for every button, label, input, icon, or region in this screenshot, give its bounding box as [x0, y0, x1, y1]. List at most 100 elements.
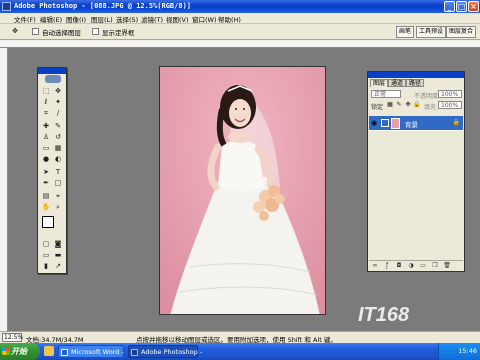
status-bar: 12.5% 文档:34.7M/34.7M 点按并拖移以移动图层或选区。要用附加选… [0, 331, 480, 344]
restore-button[interactable]: □ [456, 1, 467, 12]
move-tool-icon[interactable]: ✥ [53, 87, 63, 96]
layer-link-slot[interactable] [381, 119, 389, 127]
tab-brushes[interactable]: 画笔 [396, 26, 415, 38]
shape-tool-icon[interactable]: □ [53, 179, 63, 188]
lock-label: 锁定 [371, 104, 384, 111]
gradient-tool-icon[interactable]: ▦ [53, 144, 63, 153]
windows-flag-icon [2, 347, 10, 355]
eye-icon[interactable]: ◉ [371, 119, 379, 127]
menu-image[interactable]: 图像(I) [66, 14, 86, 24]
photoshop-logo-icon [2, 2, 11, 11]
auto-select-layer-checkbox[interactable] [32, 28, 39, 35]
show-bounds-checkbox[interactable] [92, 28, 99, 35]
delete-layer-icon[interactable]: 🗑 [443, 262, 451, 269]
menu-select[interactable]: 选择(S) [116, 14, 138, 24]
brush-tool-icon[interactable]: ✎ [53, 122, 63, 131]
blend-mode-select[interactable]: 正常 [371, 90, 401, 98]
feather-logo-icon [45, 75, 61, 83]
taskbar: 开始 Microsoft Word - Adobe Photoshop - 15… [0, 343, 480, 360]
menu-layer[interactable]: 图层(L) [91, 14, 113, 24]
new-layer-icon[interactable]: ❐ [431, 262, 439, 269]
menu-edit[interactable]: 编辑(E) [40, 14, 62, 24]
minimize-button[interactable]: _ [444, 1, 455, 12]
layer-style-icon[interactable]: ƒ [383, 262, 391, 269]
slice-tool-icon[interactable]: ∕ [53, 109, 63, 118]
history-brush-tool-icon[interactable]: ↺ [53, 133, 63, 142]
dodge-tool-icon[interactable]: ◐ [53, 155, 63, 164]
pen-tool-icon[interactable]: ✒ [41, 179, 51, 188]
opacity-field[interactable]: 100% [438, 90, 462, 98]
menu-view[interactable]: 视图(V) [166, 14, 189, 24]
quicklaunch-icon[interactable] [44, 346, 54, 356]
lock-icon: 🔒 [452, 119, 460, 126]
crop-tool-icon[interactable]: ⌗ [41, 109, 51, 118]
magic-wand-tool-icon[interactable]: ✦ [53, 98, 63, 107]
document-canvas[interactable] [159, 66, 326, 315]
ruler-top [0, 40, 480, 48]
path-selection-tool-icon[interactable]: ➤ [41, 168, 51, 177]
menu-window[interactable]: 窗口(W) [192, 14, 217, 24]
marquee-tool-icon[interactable]: ⬚ [41, 87, 51, 96]
layers-panel-header[interactable] [368, 72, 464, 78]
zoom-field[interactable]: 12.5% [2, 333, 23, 342]
toolbox-header[interactable] [38, 68, 66, 74]
word-icon [61, 349, 68, 356]
photoshop-task-icon [131, 349, 138, 356]
type-tool-icon[interactable]: T [53, 168, 63, 177]
move-tool-icon[interactable]: ✥ [10, 27, 20, 36]
task-photoshop[interactable]: Adobe Photoshop - [128, 345, 202, 358]
jump-to-imageready-icon[interactable]: ↗ [53, 262, 63, 271]
ruler-left [0, 48, 8, 331]
hand-tool-icon[interactable]: ✋ [41, 203, 51, 212]
tab-layers[interactable]: 图层 [370, 79, 389, 87]
tab-paths[interactable]: 路径 [406, 79, 425, 87]
layer-thumbnail [391, 118, 400, 129]
opacity-label: 不透明度 [414, 93, 439, 100]
toolbox: ⬚ ✥ ℓ ✦ ⌗ ∕ ✚ ✎ ♙ ↺ ▭ ▦ ● ◐ ➤ T ✒ □ ▤ ⌖ … [37, 67, 67, 274]
layers-panel: 图层 通道 路径 正常 不透明度 100% 锁定 ▦ ✎ ✥ 🔒 填充 100%… [367, 71, 465, 272]
new-fill-layer-icon[interactable]: ◑ [407, 262, 415, 269]
task-photoshop-label: Adobe Photoshop - [141, 348, 203, 356]
healing-brush-tool-icon[interactable]: ✚ [41, 122, 51, 131]
standard-mode-icon[interactable]: ▢ [41, 240, 51, 249]
start-label: 开始 [11, 347, 27, 356]
window-title: Adobe Photoshop - [088.JPG @ 12.5%(RGB/8… [14, 2, 192, 10]
options-bar: ✥ 自动选择图层 显示定界框 画笔 工具预设 图层复合 [0, 24, 480, 40]
title-bar: Adobe Photoshop - [088.JPG @ 12.5%(RGB/8… [0, 0, 480, 13]
zoom-tool-icon[interactable]: ⌕ [53, 203, 63, 212]
lock-all-icon[interactable]: 🔒 [412, 100, 422, 109]
quick-mask-mode-icon[interactable]: ◙ [53, 240, 63, 249]
screen-mode-menu-icon[interactable]: ▮ [41, 262, 51, 271]
screen-mode-standard-icon[interactable]: ▭ [41, 251, 51, 260]
eraser-tool-icon[interactable]: ▭ [41, 144, 51, 153]
watermark-text: IT168 [358, 304, 410, 326]
blur-tool-icon[interactable]: ● [41, 155, 51, 164]
start-button[interactable]: 开始 [0, 343, 40, 360]
tab-channels[interactable]: 通道 [388, 79, 407, 87]
layer-mask-icon[interactable]: ◘ [395, 262, 403, 269]
menu-bar: 文件(F) 编辑(E) 图像(I) 图层(L) 选择(S) 滤镜(T) 视图(V… [0, 13, 480, 24]
close-button[interactable]: × [468, 1, 479, 12]
tab-tool-presets[interactable]: 工具预设 [416, 26, 447, 38]
notes-tool-icon[interactable]: ▤ [41, 192, 51, 201]
foreground-color-swatch[interactable] [42, 216, 54, 228]
auto-select-layer-label: 自动选择图层 [42, 29, 81, 37]
eyedropper-tool-icon[interactable]: ⌖ [53, 192, 63, 201]
fill-field[interactable]: 100% [438, 101, 462, 109]
wedding-photo [160, 67, 325, 314]
layers-panel-footer: ∞ ƒ ◘ ◑ ▭ ❐ 🗑 [369, 260, 463, 270]
clock[interactable]: 15:46 [458, 347, 477, 355]
layer-row-background[interactable]: ◉ 背景 🔒 [369, 116, 463, 131]
menu-filter[interactable]: 滤镜(T) [141, 14, 163, 24]
task-word[interactable]: Microsoft Word - [58, 345, 124, 358]
link-layers-icon[interactable]: ∞ [371, 262, 379, 269]
menu-help[interactable]: 帮助(H) [218, 14, 241, 24]
screen-mode-full-icon[interactable]: ▬ [53, 251, 63, 260]
tab-layer-comps[interactable]: 图层复合 [446, 26, 477, 38]
menu-file[interactable]: 文件(F) [14, 14, 36, 24]
new-group-icon[interactable]: ▭ [419, 262, 427, 269]
layer-name: 背景 [405, 121, 418, 129]
task-word-label: Microsoft Word - [71, 348, 124, 356]
clone-stamp-tool-icon[interactable]: ♙ [41, 133, 51, 142]
lasso-tool-icon[interactable]: ℓ [41, 98, 51, 107]
